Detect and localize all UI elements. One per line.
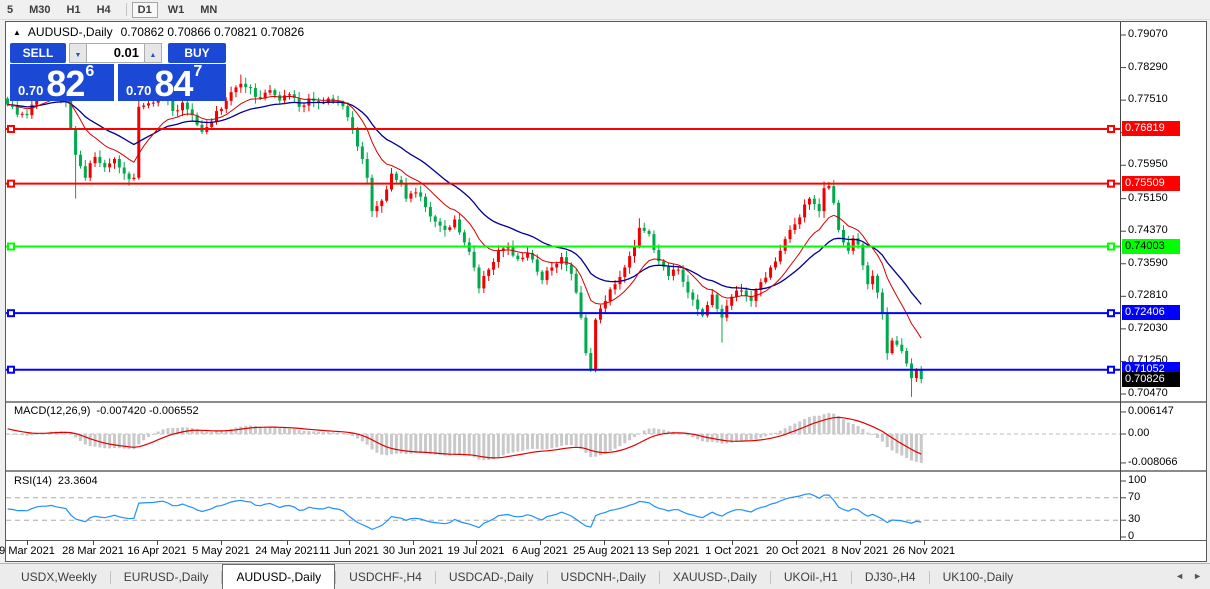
price-quote-panels: 0.70826 0.70847 bbox=[10, 64, 226, 101]
trading-platform-window: 5M30H1H4D1W1MN ▲AUDUSD-,Daily0.70862 0.7… bbox=[0, 0, 1210, 589]
chart-symbol-period: AUDUSD-,Daily bbox=[28, 25, 113, 39]
buy-button[interactable]: BUY bbox=[168, 43, 226, 63]
sell-button[interactable]: SELL bbox=[10, 43, 66, 63]
sell-price-prefix: 0.70 bbox=[18, 84, 43, 98]
buy-price-big-digits: 84 bbox=[154, 69, 192, 98]
chart-tab-bar: USDX,WeeklyEURUSD-,DailyAUDUSD-,DailyUSD… bbox=[0, 563, 1210, 589]
one-click-trading-panel: SELL ▼ 0.01 ▲ BUY 0.70826 0.70847 bbox=[10, 43, 226, 101]
volume-increase-button[interactable]: ▲ bbox=[144, 43, 162, 63]
chart-tab-usdcnh-daily[interactable]: USDCNH-,Daily bbox=[548, 564, 659, 589]
tab-scroll-arrows: ◄► bbox=[1166, 571, 1202, 581]
buy-price-panel[interactable]: 0.70847 bbox=[118, 64, 226, 101]
macd-values: -0.007420 -0.006552 bbox=[96, 405, 198, 417]
chart-tab-ukoil-h1[interactable]: UKOil-,H1 bbox=[771, 564, 851, 589]
rsi-name: RSI(14) bbox=[14, 475, 52, 487]
collapse-panel-icon[interactable]: ▲ bbox=[13, 28, 21, 37]
tab-scroll-right-icon[interactable]: ► bbox=[1193, 571, 1202, 581]
tab-scroll-left-icon[interactable]: ◄ bbox=[1175, 571, 1184, 581]
chart-tab-dj30-h4[interactable]: DJ30-,H4 bbox=[852, 564, 929, 589]
buy-price-pipette: 7 bbox=[193, 64, 202, 79]
triangle-up-icon: ▲ bbox=[150, 52, 157, 59]
chart-tab-usdx-weekly[interactable]: USDX,Weekly bbox=[8, 564, 110, 589]
volume-decrease-button[interactable]: ▼ bbox=[69, 43, 87, 63]
rsi-value: 23.3604 bbox=[58, 475, 98, 487]
chart-tab-usdchf-h4[interactable]: USDCHF-,H4 bbox=[336, 564, 435, 589]
macd-indicator-label: MACD(12,26,9) -0.007420 -0.006552 bbox=[14, 405, 199, 417]
sell-price-big-digits: 82 bbox=[46, 69, 84, 98]
chart-tab-audusd-daily[interactable]: AUDUSD-,Daily bbox=[222, 564, 335, 589]
sell-price-panel[interactable]: 0.70826 bbox=[10, 64, 114, 101]
buy-price-prefix: 0.70 bbox=[126, 84, 151, 98]
chart-ohlc-values: 0.70862 0.70866 0.70821 0.70826 bbox=[121, 25, 305, 39]
rsi-indicator-label: RSI(14) 23.3604 bbox=[14, 475, 98, 487]
chart-tab-uk100-daily[interactable]: UK100-,Daily bbox=[930, 564, 1027, 589]
chart-tab-usdcad-daily[interactable]: USDCAD-,Daily bbox=[436, 564, 547, 589]
volume-input[interactable]: 0.01 bbox=[87, 43, 144, 63]
chart-tab-xauusd-daily[interactable]: XAUUSD-,Daily bbox=[660, 564, 770, 589]
chart-title: ▲ AUDUSD-,Daily 0.70862 0.70866 0.70821 0.… bbox=[13, 25, 304, 39]
triangle-down-icon: ▼ bbox=[75, 52, 82, 59]
macd-name: MACD(12,26,9) bbox=[14, 405, 90, 417]
sell-price-pipette: 6 bbox=[85, 64, 94, 79]
chart-tab-eurusd-daily[interactable]: EURUSD-,Daily bbox=[111, 564, 222, 589]
